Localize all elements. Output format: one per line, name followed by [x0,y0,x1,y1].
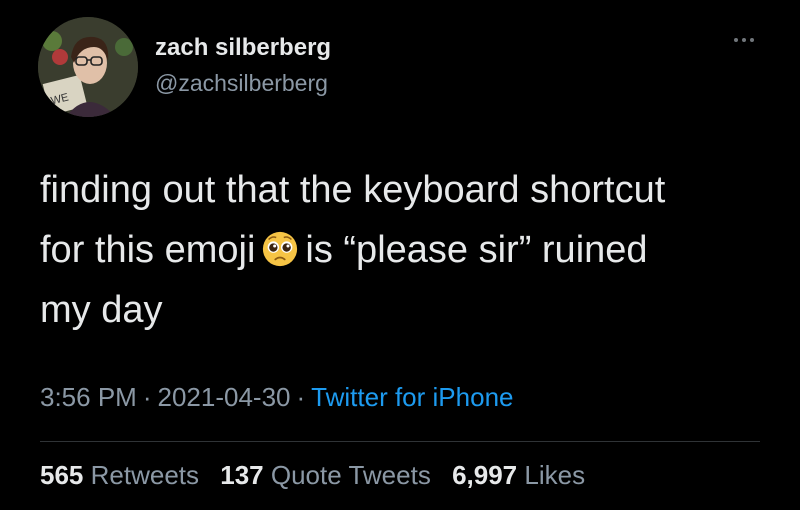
more-options-button[interactable] [724,28,764,52]
pleading-face-emoji [261,230,299,268]
likes-stat[interactable]: 6,997 Likes [452,460,585,491]
tweet: WE zach silberberg @zachsilberberg findi… [0,0,800,510]
quote-tweets-stat[interactable]: 137 Quote Tweets [220,460,431,491]
more-dot [742,38,746,42]
retweets-stat[interactable]: 565 Retweets [40,460,199,491]
tweet-line-3: my day [40,289,163,331]
handle[interactable]: @zachsilberberg [155,70,328,97]
tweet-text: finding out that the keyboard shortcut f… [40,160,760,340]
meta-separator: · [296,382,306,412]
likes-label: Likes [524,460,586,490]
avatar[interactable]: WE [38,17,138,117]
likes-count: 6,997 [452,460,518,490]
divider [40,441,760,442]
tweet-line-2: for this emoji is “please sir” ruined [40,220,760,280]
display-name[interactable]: zach silberberg [155,34,331,62]
meta-separator: · [142,382,152,412]
tweet-line-1: finding out that the keyboard shortcut [40,169,666,211]
quote-tweets-label: Quote Tweets [270,460,431,490]
tweet-line-2-before: for this emoji [40,229,256,271]
tweet-date[interactable]: 2021-04-30 [158,382,291,412]
more-horizontal-icon [734,38,738,42]
avatar-photo: WE [38,17,138,117]
quote-tweets-count: 137 [220,460,264,490]
tweet-source-link[interactable]: Twitter for iPhone [311,382,513,412]
tweet-meta: 3:56 PM · 2021-04-30 · Twitter for iPhone [40,382,513,413]
tweet-line-2-after: is “please sir” ruined [305,229,648,271]
tweet-time[interactable]: 3:56 PM [40,382,137,412]
more-dot [750,38,754,42]
retweets-count: 565 [40,460,84,490]
retweets-label: Retweets [90,460,200,490]
engagement-stats: 565 Retweets 137 Quote Tweets 6,997 Like… [40,460,599,491]
